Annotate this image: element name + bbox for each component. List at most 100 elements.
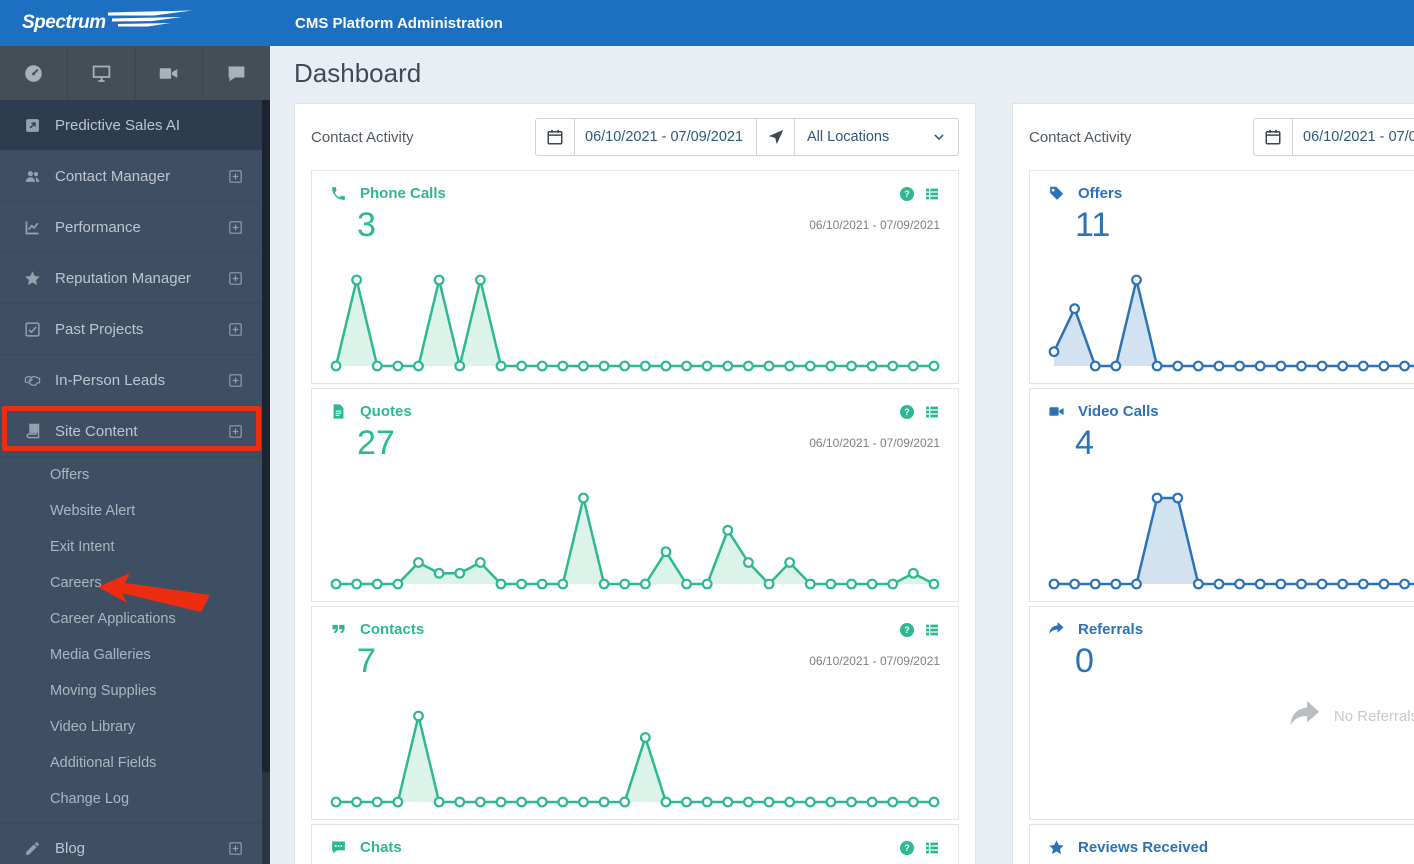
- sidebar-item-label: In-Person Leads: [55, 371, 166, 389]
- sidebar-item-label: Predictive Sales AI: [55, 116, 181, 134]
- card-label: Chats: [360, 839, 402, 856]
- location-button[interactable]: [756, 119, 794, 155]
- referrals-card: Referrals 0 No Referrals: [1029, 606, 1414, 820]
- date-range-input[interactable]: [1292, 119, 1414, 155]
- sidebar: Spectrum Predictive Sales AI Contact Man…: [0, 0, 270, 864]
- panel-controls: All Locations: [1253, 118, 1414, 156]
- calendar-button[interactable]: [1254, 119, 1292, 155]
- book-icon: [24, 423, 41, 440]
- sidebar-subitem-offers[interactable]: Offers: [0, 457, 262, 493]
- video-camera-icon: [1048, 403, 1065, 420]
- card-date-range: 06/10/2021 - 07/09/2021: [809, 436, 940, 450]
- sidebar-subitem-exit-intent[interactable]: Exit Intent: [0, 529, 262, 565]
- share-arrow-icon: [1288, 699, 1322, 733]
- contact-activity-panel-right: Contact Activity All Locations Of: [1012, 103, 1414, 864]
- chat-tab[interactable]: [203, 46, 270, 100]
- external-link-square-icon: [24, 117, 41, 134]
- list-view-icon[interactable]: [924, 840, 940, 856]
- sidebar-item-reputation-manager[interactable]: Reputation Manager: [0, 253, 262, 304]
- sidebar-item-label: Blog: [55, 840, 86, 857]
- phone-calls-sparkline: [330, 272, 940, 372]
- main-content: Dashboard Contact Activity All Locations: [270, 46, 1414, 864]
- panel-controls: All Locations: [535, 118, 959, 156]
- contacts-card: Contacts 7 06/10/2021 - 07/09/2021: [311, 606, 959, 820]
- video-calls-sparkline: [1048, 490, 1414, 590]
- pencil-icon: [24, 840, 41, 857]
- help-icon[interactable]: [899, 404, 915, 420]
- sidebar-item-contact-manager[interactable]: Contact Manager: [0, 151, 262, 202]
- card-date-range: 06/10/2021 - 07/09/2021: [809, 218, 940, 232]
- sidebar-subitem-change-log[interactable]: Change Log: [0, 781, 262, 817]
- sidebar-item-label: Past Projects: [55, 320, 144, 338]
- card-value: 27: [357, 424, 395, 462]
- handshake-icon: [24, 372, 41, 389]
- cards-column: Offers 11 Video Calls 4 Referrals 0 No R…: [1013, 170, 1414, 864]
- sidebar-scrollbar-thumb[interactable]: [262, 100, 270, 772]
- star-icon: [24, 270, 41, 287]
- sidebar-subitem-career-applications[interactable]: Career Applications: [0, 601, 262, 637]
- location-select[interactable]: All Locations: [794, 119, 958, 155]
- sidebar-item-blog[interactable]: Blog: [0, 823, 262, 864]
- date-range-input[interactable]: [574, 119, 756, 155]
- spectrum-logo-text: Spectrum: [22, 12, 106, 33]
- line-chart-icon: [24, 219, 41, 236]
- sidebar-subitem-video-library[interactable]: Video Library: [0, 709, 262, 745]
- panel-header: Contact Activity All Locations: [1013, 104, 1414, 170]
- expand-plus-icon[interactable]: [227, 219, 244, 236]
- spectrum-logo[interactable]: Spectrum: [0, 0, 270, 46]
- list-view-icon[interactable]: [924, 186, 940, 202]
- sidebar-subitem-additional-fields[interactable]: Additional Fields: [0, 745, 262, 781]
- sidebar-item-past-projects[interactable]: Past Projects: [0, 304, 262, 355]
- quote-document-icon: [330, 403, 347, 420]
- contacts-sparkline: [330, 708, 940, 808]
- chevron-down-icon: [932, 130, 946, 144]
- offers-card: Offers 11: [1029, 170, 1414, 384]
- star-icon: [1048, 839, 1065, 856]
- sidebar-item-site-content[interactable]: Site Content: [0, 406, 262, 457]
- expand-plus-icon[interactable]: [227, 321, 244, 338]
- card-label: Contacts: [360, 621, 425, 638]
- card-date-range: 06/10/2021 - 07/09/2021: [809, 654, 940, 668]
- phone-icon: [330, 185, 347, 202]
- desktop-tab[interactable]: [68, 46, 136, 100]
- sidebar-item-label: Performance: [55, 218, 141, 236]
- sidebar-subitem-media-galleries[interactable]: Media Galleries: [0, 637, 262, 673]
- spectrum-logo-swoosh-icon: [107, 10, 192, 27]
- list-view-icon[interactable]: [924, 622, 940, 638]
- no-referrals-empty-state: No Referrals: [1030, 699, 1414, 733]
- list-view-icon[interactable]: [924, 404, 940, 420]
- expand-plus-icon[interactable]: [227, 840, 244, 857]
- card-value: 3: [357, 206, 376, 244]
- sidebar-subitem-careers[interactable]: Careers: [0, 565, 262, 601]
- chats-card: Chats: [311, 824, 959, 864]
- speedometer-icon: [23, 63, 44, 84]
- location-select-value: All Locations: [807, 129, 890, 145]
- help-icon[interactable]: [899, 622, 915, 638]
- video-tab[interactable]: [136, 46, 204, 100]
- sidebar-item-in-person-leads[interactable]: In-Person Leads: [0, 355, 262, 406]
- expand-plus-icon[interactable]: [227, 372, 244, 389]
- page-title: Dashboard: [294, 58, 422, 88]
- help-icon[interactable]: [899, 186, 915, 202]
- expand-plus-icon[interactable]: [227, 423, 244, 440]
- card-label: Reviews Received: [1078, 839, 1209, 856]
- card-label: Video Calls: [1078, 403, 1159, 420]
- sidebar-subitem-moving-supplies[interactable]: Moving Supplies: [0, 673, 262, 709]
- card-value: 11: [1075, 206, 1111, 244]
- help-icon[interactable]: [899, 840, 915, 856]
- dashboard-tab[interactable]: [0, 46, 68, 100]
- calendar-button[interactable]: [536, 119, 574, 155]
- sidebar-item-predictive-sales-ai[interactable]: Predictive Sales AI: [0, 100, 262, 151]
- expand-plus-icon[interactable]: [227, 168, 244, 185]
- quotes-sparkline: [330, 490, 940, 590]
- panel-header: Contact Activity All Locations: [295, 104, 975, 170]
- calendar-icon: [1264, 128, 1282, 146]
- card-value: 7: [357, 642, 376, 680]
- chat-bubble-icon: [226, 63, 247, 84]
- sidebar-item-performance[interactable]: Performance: [0, 202, 262, 253]
- empty-state-text: No Referrals: [1333, 707, 1414, 725]
- expand-plus-icon[interactable]: [227, 270, 244, 287]
- sidebar-subitem-website-alert[interactable]: Website Alert: [0, 493, 262, 529]
- site-content-submenu: Offers Website Alert Exit Intent Careers…: [0, 457, 262, 817]
- sidebar-icon-tabs: [0, 46, 270, 100]
